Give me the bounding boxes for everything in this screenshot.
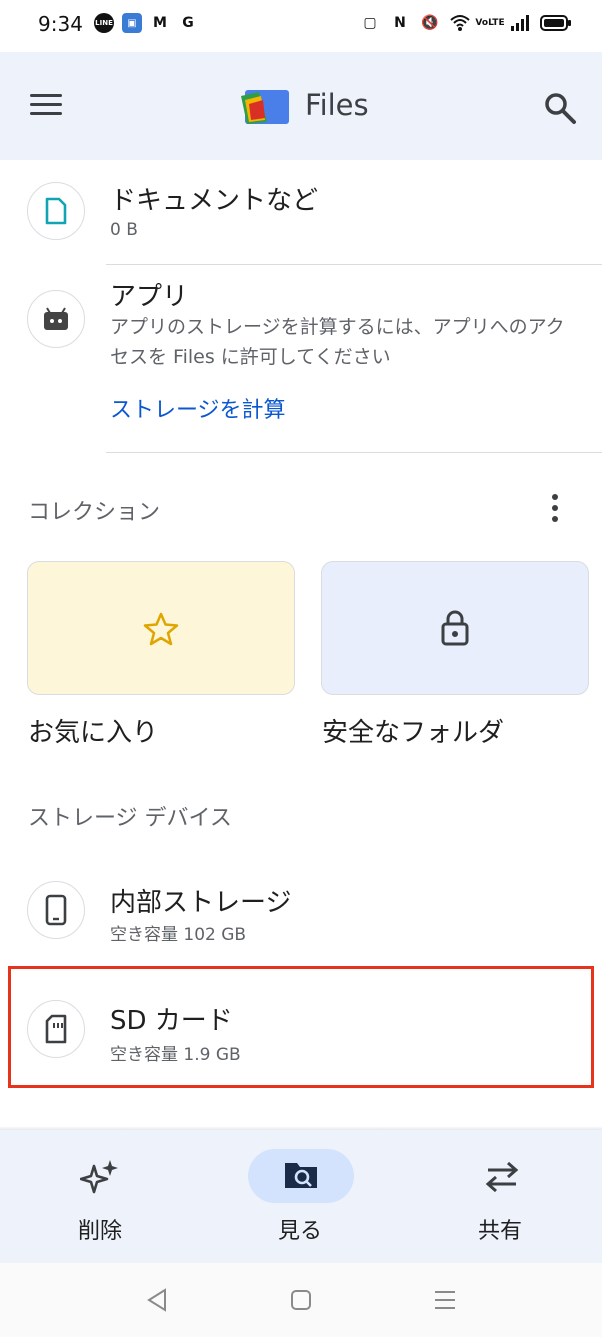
nav-label-clean: 削除 — [78, 1219, 123, 1244]
storage-devices-heading: ストレージ デバイス — [28, 806, 232, 831]
apps-description-line2: セスを Files に許可してください — [110, 346, 391, 368]
app-title: Files — [305, 88, 369, 122]
wifi-icon — [450, 13, 470, 33]
nav-label-browse: 見る — [278, 1219, 323, 1244]
sparkle-icon — [79, 1158, 120, 1198]
safe-folder-label: 安全なフォルダ — [322, 718, 505, 748]
search-icon[interactable] — [542, 90, 578, 126]
divider — [106, 452, 602, 453]
browse-icon — [284, 1160, 320, 1194]
safe-folder-card[interactable] — [321, 561, 589, 695]
lock-icon — [439, 608, 471, 652]
menu-icon[interactable] — [30, 94, 62, 118]
star-icon — [143, 612, 179, 650]
favorites-card[interactable] — [27, 561, 295, 695]
system-status-icons: ▢ N 🔇 VoLTE — [360, 13, 572, 33]
gmail-icon: M — [153, 15, 167, 31]
nfc-icon: N — [394, 15, 406, 31]
google-icon: G — [182, 15, 194, 31]
swap-icon — [484, 1160, 520, 1198]
back-icon[interactable] — [146, 1287, 168, 1317]
sd-card-highlight-box — [8, 966, 594, 1088]
divider — [106, 264, 602, 265]
phone-icon — [27, 881, 85, 939]
calculate-storage-link[interactable]: ストレージを計算 — [110, 392, 286, 424]
home-icon[interactable] — [290, 1289, 312, 1315]
internal-storage-free: 空き容量 102 GB — [110, 925, 247, 945]
more-options-icon[interactable] — [540, 490, 570, 526]
battery-icon — [540, 13, 572, 33]
collections-heading: コレクション — [28, 500, 161, 525]
favorites-label: お気に入り — [28, 718, 159, 748]
line-icon: LINE — [94, 13, 114, 33]
apps-description-line1: アプリのストレージを計算するには、アプリへのアク — [110, 316, 565, 338]
mute-vibrate-icon: 🔇 — [421, 15, 439, 31]
apps-title: アプリ — [110, 282, 189, 312]
documents-size: 0 B — [110, 220, 138, 240]
app-bar — [0, 52, 602, 160]
nav-label-share: 共有 — [478, 1219, 523, 1244]
screen-off-icon: ▢ — [363, 15, 377, 31]
status-time: 9:34 — [38, 12, 83, 36]
notification-icons: LINE ▣ M G — [94, 13, 198, 33]
volte-icon: VoLTE — [475, 18, 505, 28]
recents-menu-icon[interactable] — [434, 1290, 456, 1314]
documents-title: ドキュメントなど — [110, 186, 319, 216]
android-box-icon: ▣ — [122, 13, 142, 33]
internal-storage-row[interactable] — [0, 860, 602, 960]
files-logo-icon — [239, 86, 291, 126]
internal-storage-title: 内部ストレージ — [110, 888, 292, 918]
signal-icon — [510, 13, 530, 33]
